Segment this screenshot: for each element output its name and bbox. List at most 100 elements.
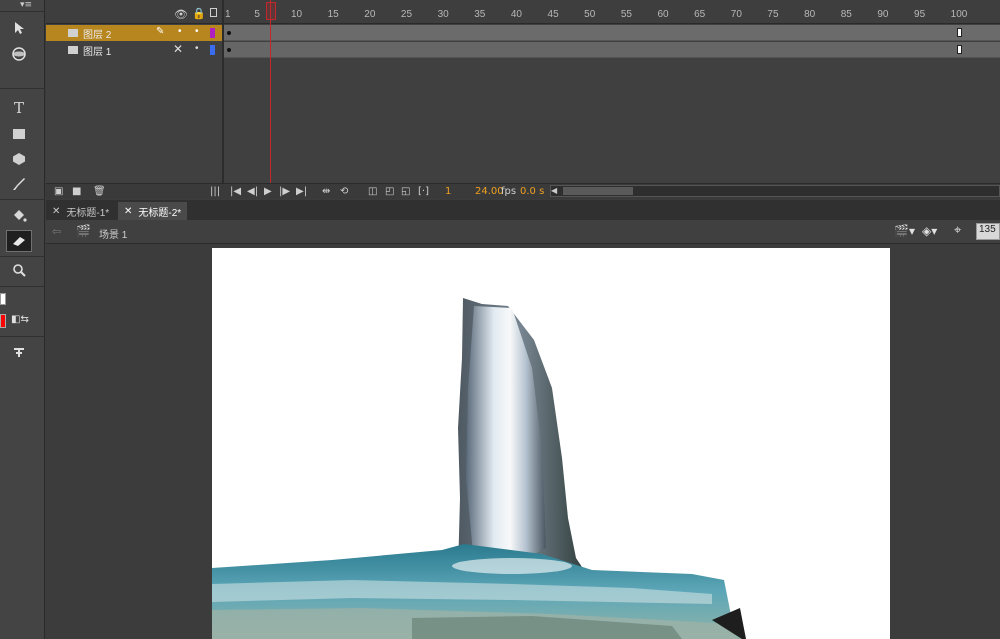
document-tabs: ✕ 无标题-1* ✕ 无标题-2* (46, 200, 1000, 220)
frame-number: 40 (510, 9, 522, 20)
frame-number: 30 (437, 9, 449, 20)
edit-symbols-icon[interactable]: ◈▾ (922, 224, 937, 238)
timeline-footer: ▣ ■ 🗑 ||| |◀ ◀| ▶ |▶ ▶| ⇹ ⟲ ◫ ◰ ◱ [·] 1 … (46, 183, 1000, 199)
3d-rotation-icon[interactable] (6, 43, 32, 65)
waterfall-image[interactable] (212, 248, 890, 639)
frame-number: 15 (327, 9, 339, 20)
frame-number: 50 (584, 9, 596, 20)
selection-arrow-icon[interactable] (6, 17, 32, 39)
eraser-tool-icon[interactable] (6, 230, 32, 252)
close-icon[interactable]: ✕ (52, 206, 60, 217)
lock-icon[interactable]: 🔒 (192, 7, 206, 20)
visible-dot-icon[interactable]: • (178, 26, 182, 37)
swap-colors-icon[interactable]: ◧⇆ (11, 314, 37, 328)
layer-name: 图层 1 (83, 46, 112, 58)
layer-icon (68, 29, 78, 37)
end-frame-icon[interactable] (957, 28, 962, 37)
timeline-scrollbar[interactable]: ◀ (550, 185, 1000, 197)
frame-number: 85 (840, 9, 852, 20)
paint-bucket-icon[interactable] (6, 205, 32, 227)
new-folder-icon[interactable]: ■ (72, 186, 81, 197)
frame-number: 60 (657, 9, 669, 20)
frame-number: 65 (694, 9, 706, 20)
back-arrow-icon[interactable]: ⇦ (52, 225, 61, 238)
edit-bar: ⇦ 🎬 场景 1 🎬▾ ◈▾ ⌖ 135 (46, 220, 1000, 244)
scroll-left-icon[interactable]: ◀ (551, 186, 557, 195)
layer-icon (68, 46, 78, 54)
scene-label[interactable]: 场景 1 (99, 226, 127, 241)
tab-document-1[interactable]: ✕ 无标题-1* (46, 202, 115, 220)
layer-name: 图层 2 (83, 29, 112, 41)
elapsed-time[interactable]: 0.0 s (520, 186, 544, 197)
show-hide-eye-icon[interactable]: 👁 (174, 8, 188, 21)
snap-magnet-icon[interactable] (6, 341, 32, 363)
timeline-panel: 👁 🔒 1 5 10 15 20 25 30 35 40 45 50 55 60 65 70 75 80 85 90… (46, 0, 1000, 199)
frame-number: 10 (290, 9, 303, 20)
stage-canvas[interactable] (212, 248, 890, 639)
frame-number: 90 (877, 9, 889, 20)
hidden-x-icon[interactable]: ✕ (173, 42, 183, 56)
center-stage-icon[interactable]: ⌖ (954, 223, 961, 238)
end-frame-icon[interactable] (957, 45, 962, 54)
zoom-field[interactable]: 135 (976, 223, 1000, 240)
frame-number: 5 (254, 9, 260, 20)
panel-grip-icon[interactable]: ||| (210, 186, 220, 197)
timeline-header: 👁 🔒 1 5 10 15 20 25 30 35 40 45 50 55 60 65 70 75 80 85 90… (46, 0, 1000, 24)
timeline-divider (222, 0, 224, 184)
close-icon[interactable]: ✕ (124, 206, 132, 217)
brush-tool-icon[interactable] (6, 173, 32, 195)
polystar-tool-icon[interactable] (6, 148, 32, 170)
frame-number: 35 (474, 9, 486, 20)
lock-dot-icon[interactable]: • (195, 43, 199, 54)
scroll-thumb[interactable] (563, 187, 633, 195)
frame-number: 100 (950, 9, 968, 20)
frame-number: 75 (767, 9, 779, 20)
tab-label: 无标题-2* (138, 207, 182, 219)
layer-color-swatch[interactable] (210, 45, 215, 55)
fill-color-icon[interactable] (0, 314, 6, 328)
fps-value[interactable]: 24.00 (475, 186, 504, 197)
layer-row-1[interactable]: 图层 1 ✕ • (46, 42, 222, 58)
text-tool-icon[interactable]: T (6, 97, 32, 119)
zoom-tool-icon[interactable] (6, 259, 32, 281)
layer-color-swatch[interactable] (210, 28, 215, 38)
keyframe-icon[interactable] (227, 48, 231, 52)
frame-number: 80 (804, 9, 816, 20)
frame-number: 95 (914, 9, 926, 20)
frame-number: 45 (547, 9, 559, 20)
modify-markers-icon[interactable]: [·] (418, 186, 429, 197)
frame-number: 25 (400, 9, 413, 20)
frame-number: 70 (730, 9, 742, 20)
frame-number: 1 (225, 9, 231, 20)
tab-document-2[interactable]: ✕ 无标题-2* (118, 202, 188, 220)
lock-dot-icon[interactable]: • (195, 26, 199, 37)
edit-scene-icon[interactable]: 🎬▾ (894, 224, 915, 238)
onion-skin-icon[interactable]: ◫ (368, 186, 377, 197)
playhead-handle[interactable] (266, 2, 276, 20)
fps-unit: fps (501, 186, 517, 197)
layer-row-2[interactable]: 图层 2 ✎ • • (46, 25, 222, 41)
layer-1-frames[interactable] (224, 42, 1000, 58)
center-frame-icon[interactable]: ⇹ (322, 186, 330, 197)
clapper-icon: 🎬 (76, 224, 91, 238)
tab-label: 无标题-1* (66, 207, 110, 219)
last-frame-icon[interactable]: ▶| (296, 186, 307, 197)
current-frame-value[interactable]: 1 (445, 186, 451, 197)
new-layer-icon[interactable]: ▣ (54, 186, 63, 197)
first-frame-icon[interactable]: |◀ (230, 186, 241, 197)
step-back-icon[interactable]: ◀| (247, 186, 258, 197)
delete-icon[interactable]: 🗑 (93, 186, 106, 197)
tools-panel: ▾≡ T ◧⇆ (0, 0, 45, 639)
playhead-line[interactable] (270, 0, 271, 184)
panel-menu-icon[interactable]: ▾≡ (20, 0, 44, 10)
loop-icon[interactable]: ⟲ (340, 186, 348, 197)
onion-outline-icon[interactable]: ◰ (385, 186, 394, 197)
keyframe-icon[interactable] (227, 31, 231, 35)
edit-multiple-frames-icon[interactable]: ◱ (401, 186, 410, 197)
outline-icon[interactable] (210, 8, 217, 17)
play-icon[interactable]: ▶ (264, 186, 272, 197)
stroke-color-icon[interactable] (0, 293, 6, 305)
layer-2-frames[interactable] (224, 25, 1000, 41)
step-forward-icon[interactable]: |▶ (279, 186, 290, 197)
rectangle-tool-icon[interactable] (6, 123, 32, 145)
